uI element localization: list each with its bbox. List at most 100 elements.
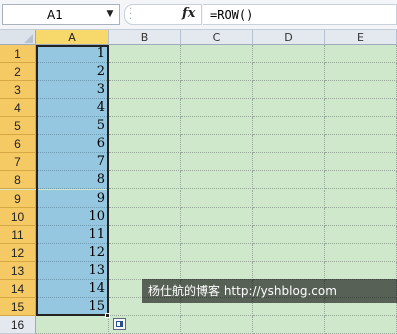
row-header[interactable]: 11 — [0, 226, 36, 244]
column-header-a[interactable]: A — [36, 30, 109, 45]
cell[interactable] — [109, 63, 181, 81]
cell[interactable] — [325, 117, 397, 135]
row-header[interactable]: 3 — [0, 81, 36, 99]
cell[interactable]: 10 — [36, 208, 109, 226]
row-header[interactable]: 14 — [0, 280, 36, 298]
column-header-d[interactable]: D — [253, 30, 325, 45]
cell[interactable] — [109, 226, 181, 244]
cell[interactable] — [109, 244, 181, 262]
cell[interactable]: 1 — [36, 45, 109, 63]
cell[interactable] — [109, 99, 181, 117]
cell[interactable] — [325, 171, 397, 189]
row-header[interactable]: 12 — [0, 244, 36, 262]
row-header[interactable]: 9 — [0, 190, 36, 208]
row-header[interactable]: 7 — [0, 153, 36, 171]
drag-handle-icon[interactable]: · · · — [129, 5, 137, 25]
row-header[interactable]: 5 — [0, 117, 36, 135]
cell[interactable] — [325, 153, 397, 171]
row-header[interactable]: 8 — [0, 171, 36, 189]
select-all-button[interactable] — [0, 30, 36, 45]
cell[interactable] — [181, 63, 253, 81]
cell[interactable]: 15 — [36, 298, 109, 316]
cell[interactable] — [181, 171, 253, 189]
cell[interactable] — [109, 262, 181, 280]
cell[interactable] — [109, 81, 181, 99]
cell[interactable] — [181, 135, 253, 153]
cell[interactable] — [253, 81, 325, 99]
cell[interactable]: 5 — [36, 117, 109, 135]
column-header-c[interactable]: C — [181, 30, 253, 45]
cell[interactable] — [325, 81, 397, 99]
cell[interactable] — [325, 45, 397, 63]
cell[interactable] — [181, 190, 253, 208]
row-header[interactable]: 16 — [0, 316, 36, 334]
row-header[interactable]: 15 — [0, 298, 36, 316]
cell[interactable] — [325, 244, 397, 262]
cell[interactable] — [109, 135, 181, 153]
cell[interactable] — [253, 226, 325, 244]
cell[interactable]: 8 — [36, 171, 109, 189]
row-header[interactable]: 10 — [0, 208, 36, 226]
cell[interactable] — [325, 226, 397, 244]
row-header[interactable]: 4 — [0, 99, 36, 117]
cell[interactable] — [181, 316, 253, 334]
cell[interactable] — [325, 135, 397, 153]
cell[interactable] — [181, 226, 253, 244]
cell[interactable] — [253, 153, 325, 171]
cell[interactable] — [181, 117, 253, 135]
cell[interactable]: 7 — [36, 153, 109, 171]
cell[interactable] — [253, 208, 325, 226]
cell[interactable] — [109, 190, 181, 208]
cell[interactable] — [325, 63, 397, 81]
cell[interactable] — [181, 153, 253, 171]
cell[interactable] — [36, 316, 109, 334]
insert-function-button[interactable]: fx — [182, 6, 195, 21]
column-header-b[interactable]: B — [109, 30, 181, 45]
cell[interactable] — [181, 81, 253, 99]
cell[interactable] — [253, 63, 325, 81]
cell[interactable] — [181, 244, 253, 262]
cell[interactable] — [253, 117, 325, 135]
cell[interactable] — [181, 45, 253, 63]
cell[interactable] — [253, 316, 325, 334]
cell[interactable] — [325, 262, 397, 280]
cell[interactable] — [253, 190, 325, 208]
cell[interactable] — [109, 45, 181, 63]
chevron-down-icon[interactable]: ▼ — [103, 7, 117, 22]
cell[interactable] — [253, 135, 325, 153]
cell[interactable] — [181, 208, 253, 226]
cell[interactable] — [253, 171, 325, 189]
cell[interactable]: 4 — [36, 99, 109, 117]
column-header-e[interactable]: E — [325, 30, 397, 45]
row-header[interactable]: 13 — [0, 262, 36, 280]
cell[interactable] — [325, 190, 397, 208]
cell[interactable] — [253, 244, 325, 262]
autofill-options-button[interactable] — [113, 318, 126, 330]
cell[interactable] — [109, 153, 181, 171]
name-box[interactable]: A1 ▼ — [2, 4, 120, 25]
cell[interactable] — [253, 99, 325, 117]
cell[interactable]: 3 — [36, 81, 109, 99]
cell[interactable]: 11 — [36, 226, 109, 244]
row-header[interactable]: 6 — [0, 135, 36, 153]
cell[interactable] — [109, 171, 181, 189]
cell[interactable] — [325, 208, 397, 226]
cell[interactable]: 12 — [36, 244, 109, 262]
cell[interactable] — [325, 316, 397, 334]
cell[interactable]: 2 — [36, 63, 109, 81]
cell[interactable]: 14 — [36, 280, 109, 298]
row-header[interactable]: 1 — [0, 45, 36, 63]
cell[interactable]: 9 — [36, 190, 109, 208]
cell[interactable] — [325, 99, 397, 117]
cell[interactable] — [109, 117, 181, 135]
cell[interactable]: 6 — [36, 135, 109, 153]
cell[interactable]: 13 — [36, 262, 109, 280]
row-header[interactable]: 2 — [0, 63, 36, 81]
formula-input[interactable]: =ROW() — [203, 4, 397, 25]
cell[interactable] — [253, 45, 325, 63]
cell[interactable] — [253, 262, 325, 280]
fill-handle[interactable] — [105, 313, 110, 318]
cell[interactable] — [181, 99, 253, 117]
cell[interactable] — [181, 262, 253, 280]
cell[interactable] — [109, 208, 181, 226]
